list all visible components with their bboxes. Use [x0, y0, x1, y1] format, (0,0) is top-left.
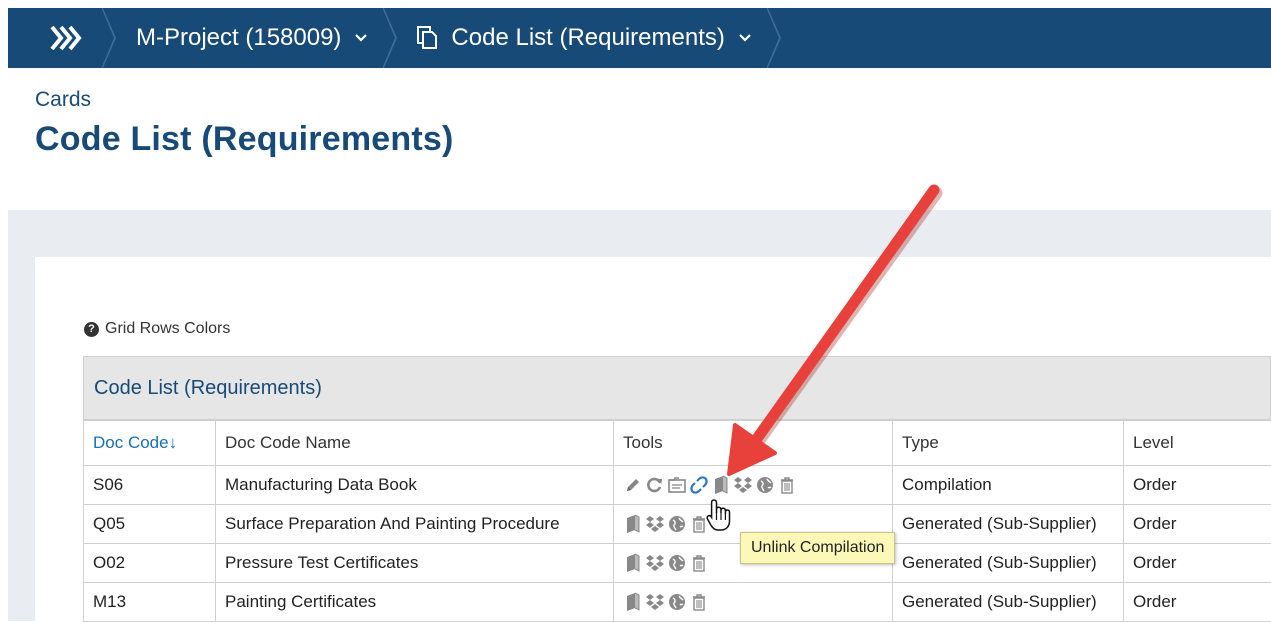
tools-cell: [614, 583, 893, 622]
trash-icon[interactable]: [777, 475, 797, 495]
column-header-level[interactable]: Level: [1124, 421, 1271, 466]
book-icon[interactable]: [623, 514, 643, 534]
level-cell: Order: [1124, 544, 1271, 583]
grid-rows-colors-label: Grid Rows Colors: [105, 320, 230, 338]
tools-group: [623, 592, 883, 612]
book-icon[interactable]: [623, 592, 643, 612]
doc-code-name-cell: Painting Certificates: [216, 583, 614, 622]
page-title: Code List (Requirements): [35, 120, 454, 159]
column-header-type[interactable]: Type: [893, 421, 1124, 466]
unlink-icon[interactable]: [689, 475, 709, 495]
column-header-tools: Tools: [614, 421, 893, 466]
type-cell: Compilation: [893, 466, 1124, 505]
table-header-row: Doc Code↓ Doc Code Name Tools Type Level: [84, 421, 1271, 466]
folder-icon[interactable]: [667, 475, 687, 495]
grid-rows-colors-link[interactable]: ? Grid Rows Colors: [84, 320, 230, 338]
question-icon: ?: [84, 322, 99, 337]
globe-icon[interactable]: [667, 553, 687, 573]
doc-code-cell: Q05: [84, 505, 216, 544]
doc-code-name-cell: Manufacturing Data Book: [216, 466, 614, 505]
refresh-icon[interactable]: [645, 475, 665, 495]
doc-code-cell: S06: [84, 466, 216, 505]
book-icon[interactable]: [711, 475, 731, 495]
column-header-doc-code[interactable]: Doc Code↓: [84, 421, 216, 466]
doc-code-name-cell: Surface Preparation And Painting Procedu…: [216, 505, 614, 544]
dropbox-icon[interactable]: [645, 592, 665, 612]
code-table: Doc Code↓ Doc Code Name Tools Type Level…: [83, 420, 1271, 622]
chevron-down-icon: [355, 34, 367, 42]
tools-group: [623, 514, 883, 534]
dropbox-icon[interactable]: [645, 553, 665, 573]
book-icon[interactable]: [623, 553, 643, 573]
dropbox-icon[interactable]: [645, 514, 665, 534]
documents-icon: [417, 26, 437, 50]
project-dropdown[interactable]: M-Project (158009): [114, 8, 395, 68]
type-cell: Generated (Sub-Supplier): [893, 544, 1124, 583]
page-dropdown[interactable]: Code List (Requirements): [395, 8, 778, 68]
level-cell: Order: [1124, 466, 1271, 505]
section-label: Cards: [35, 88, 91, 112]
type-cell: Generated (Sub-Supplier): [893, 505, 1124, 544]
globe-icon[interactable]: [667, 592, 687, 612]
tooltip: Unlink Compilation: [740, 532, 895, 564]
page-label: Code List (Requirements): [451, 24, 724, 52]
column-header-doc-code-name[interactable]: Doc Code Name: [216, 421, 614, 466]
trash-icon[interactable]: [689, 592, 709, 612]
table-row[interactable]: Q05Surface Preparation And Painting Proc…: [84, 505, 1271, 544]
level-cell: Order: [1124, 505, 1271, 544]
doc-code-name-cell: Pressure Test Certificates: [216, 544, 614, 583]
doc-code-cell: M13: [84, 583, 216, 622]
globe-icon[interactable]: [667, 514, 687, 534]
home-button[interactable]: [8, 8, 114, 68]
code-list-grid: Code List (Requirements) Doc Code↓ Doc C…: [83, 356, 1271, 622]
table-row[interactable]: O02Pressure Test Certificates Generated (…: [84, 544, 1271, 583]
level-cell: Order: [1124, 583, 1271, 622]
doc-code-cell: O02: [84, 544, 216, 583]
chevron-down-icon: [739, 34, 751, 42]
top-nav-bar: M-Project (158009) Code List (Requiremen…: [8, 8, 1271, 68]
project-label: M-Project (158009): [136, 24, 341, 52]
pencil-icon[interactable]: [623, 475, 643, 495]
tools-cell: [614, 466, 893, 505]
trash-icon[interactable]: [689, 553, 709, 573]
hand-cursor-icon: [705, 498, 733, 532]
table-row[interactable]: S06Manufacturing Data Book CompilationOrd…: [84, 466, 1271, 505]
table-row[interactable]: M13Painting Certificates Generated (Sub-S…: [84, 583, 1271, 622]
type-cell: Generated (Sub-Supplier): [893, 583, 1124, 622]
tools-group: [623, 475, 883, 495]
dropbox-icon[interactable]: [733, 475, 753, 495]
chevrons-icon: [50, 25, 84, 51]
globe-icon[interactable]: [755, 475, 775, 495]
grid-caption: Code List (Requirements): [83, 356, 1271, 420]
